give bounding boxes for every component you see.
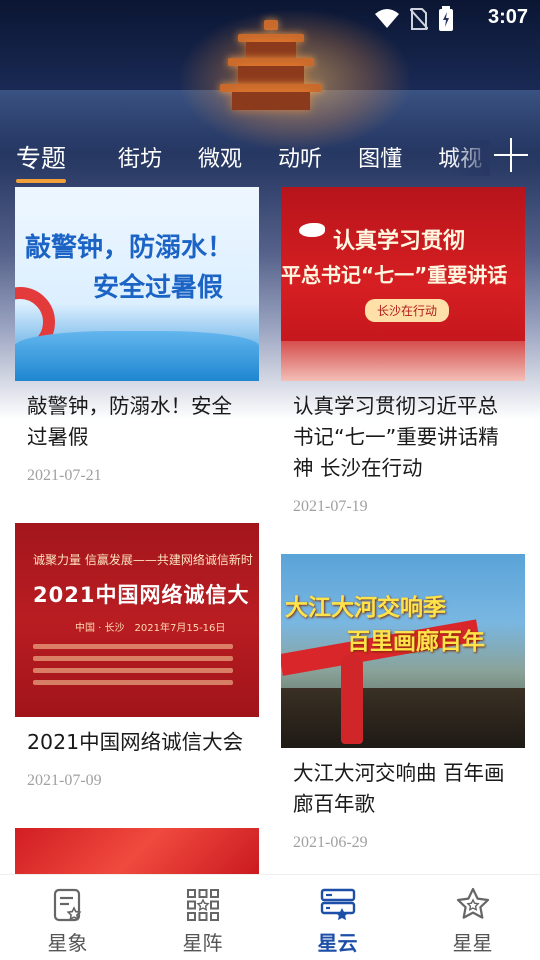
article-card[interactable]: 大江大河交响季 百里画廊百年 大江大河交响曲 百年画廊百年歌 2021-06-2… (281, 554, 525, 852)
wifi-icon (375, 9, 399, 28)
tab-tudong[interactable]: 图懂 (358, 141, 402, 173)
article-title[interactable]: 2021中国网络诚信大会 (15, 717, 259, 758)
battery-icon (439, 6, 453, 31)
grid-star-icon (186, 889, 219, 921)
tab-jiefang[interactable]: 街坊 (118, 141, 162, 173)
thumbnail-slogan: 诚聚力量 信赢发展——共建网络诚信新时 (33, 553, 253, 567)
water-wave-graphic (15, 331, 259, 381)
article-thumbnail[interactable]: 敲警钟，防溺水！ 安全过暑假 (15, 187, 259, 381)
nav-label: 星星 (452, 931, 493, 955)
article-title[interactable]: 大江大河交响曲 百年画廊百年歌 (281, 748, 525, 820)
thumbnail-subheadline: 中国 · 长沙 2021年7月15-16日 (75, 623, 226, 634)
nav-xingyun[interactable]: 星云 (270, 875, 405, 960)
status-icons (374, 6, 454, 32)
nav-xingzhen[interactable]: 星阵 (135, 875, 270, 960)
article-title[interactable]: 敲警钟，防溺水！安全过暑假 (15, 381, 259, 453)
article-card-partial[interactable] (15, 828, 259, 878)
article-thumbnail[interactable]: 大江大河交响季 百里画廊百年 (281, 554, 525, 748)
tab-dongting[interactable]: 动听 (278, 141, 322, 173)
nav-label: 星云 (317, 931, 358, 955)
nav-label: 星阵 (182, 931, 223, 955)
article-card[interactable]: 认真学习贯彻 平总书记“七一”重要讲话 长沙在行动 认真学习贯彻习近平总书记“七… (281, 187, 525, 516)
nav-label: 星象 (47, 931, 88, 955)
star-icon (456, 887, 489, 919)
article-title[interactable]: 认真学习贯彻习近平总书记“七一”重要讲话精神 长沙在行动 (281, 381, 525, 484)
thumbnail-subheadline: 安全过暑假 (93, 273, 224, 303)
thumbnail-fine-print (33, 637, 233, 685)
server-star-icon (320, 888, 355, 921)
thumbnail-subheadline: 百里画廊百年 (347, 629, 485, 655)
bottom-navigation: 星象 星阵 星云 星星 (0, 874, 540, 960)
tab-weiguan[interactable]: 微观 (198, 141, 242, 173)
clock: 3:07 (487, 6, 528, 28)
article-date: 2021-07-21 (27, 467, 102, 484)
thumbnail-headline: 2021中国网络诚信大 (33, 583, 250, 607)
nav-xingxiang[interactable]: 星象 (0, 875, 135, 960)
city-skyline-graphic (281, 341, 525, 381)
singer-figure (341, 654, 363, 744)
article-card[interactable]: 敲警钟，防溺水！ 安全过暑假 敲警钟，防溺水！安全过暑假 2021-07-21 (15, 187, 259, 485)
thumbnail-subheadline: 平总书记“七一”重要讲话 (281, 263, 508, 287)
article-date: 2021-07-19 (293, 498, 368, 515)
status-bar: 3:07 (0, 0, 540, 36)
article-thumbnail[interactable]: 认真学习贯彻 平总书记“七一”重要讲话 长沙在行动 (281, 187, 525, 381)
add-channel-icon[interactable] (494, 138, 528, 172)
thumbnail-headline: 敲警钟，防溺水！ (25, 233, 234, 263)
thumbnail-headline: 认真学习贯彻 (333, 229, 466, 254)
thumbnail-badge: 长沙在行动 (365, 299, 450, 322)
tab-zhuanti[interactable]: 专题 (16, 139, 67, 183)
orchestra-stage-graphic (281, 688, 525, 748)
thumbnail-headline: 大江大河交响季 (285, 595, 446, 621)
document-star-icon (53, 888, 82, 922)
article-thumbnail[interactable] (15, 828, 259, 878)
article-card[interactable]: 诚聚力量 信赢发展——共建网络诚信新时 2021中国网络诚信大 中国 · 长沙 … (15, 523, 259, 790)
article-date: 2021-07-09 (27, 772, 102, 789)
article-thumbnail[interactable]: 诚聚力量 信赢发展——共建网络诚信新时 2021中国网络诚信大 中国 · 长沙 … (15, 523, 259, 717)
no-sim-icon (410, 8, 428, 30)
nav-xingxing[interactable]: 星星 (405, 875, 540, 960)
dove-icon (299, 223, 325, 237)
tabs-fade-overlay (450, 140, 490, 176)
article-date: 2021-06-29 (293, 834, 368, 851)
